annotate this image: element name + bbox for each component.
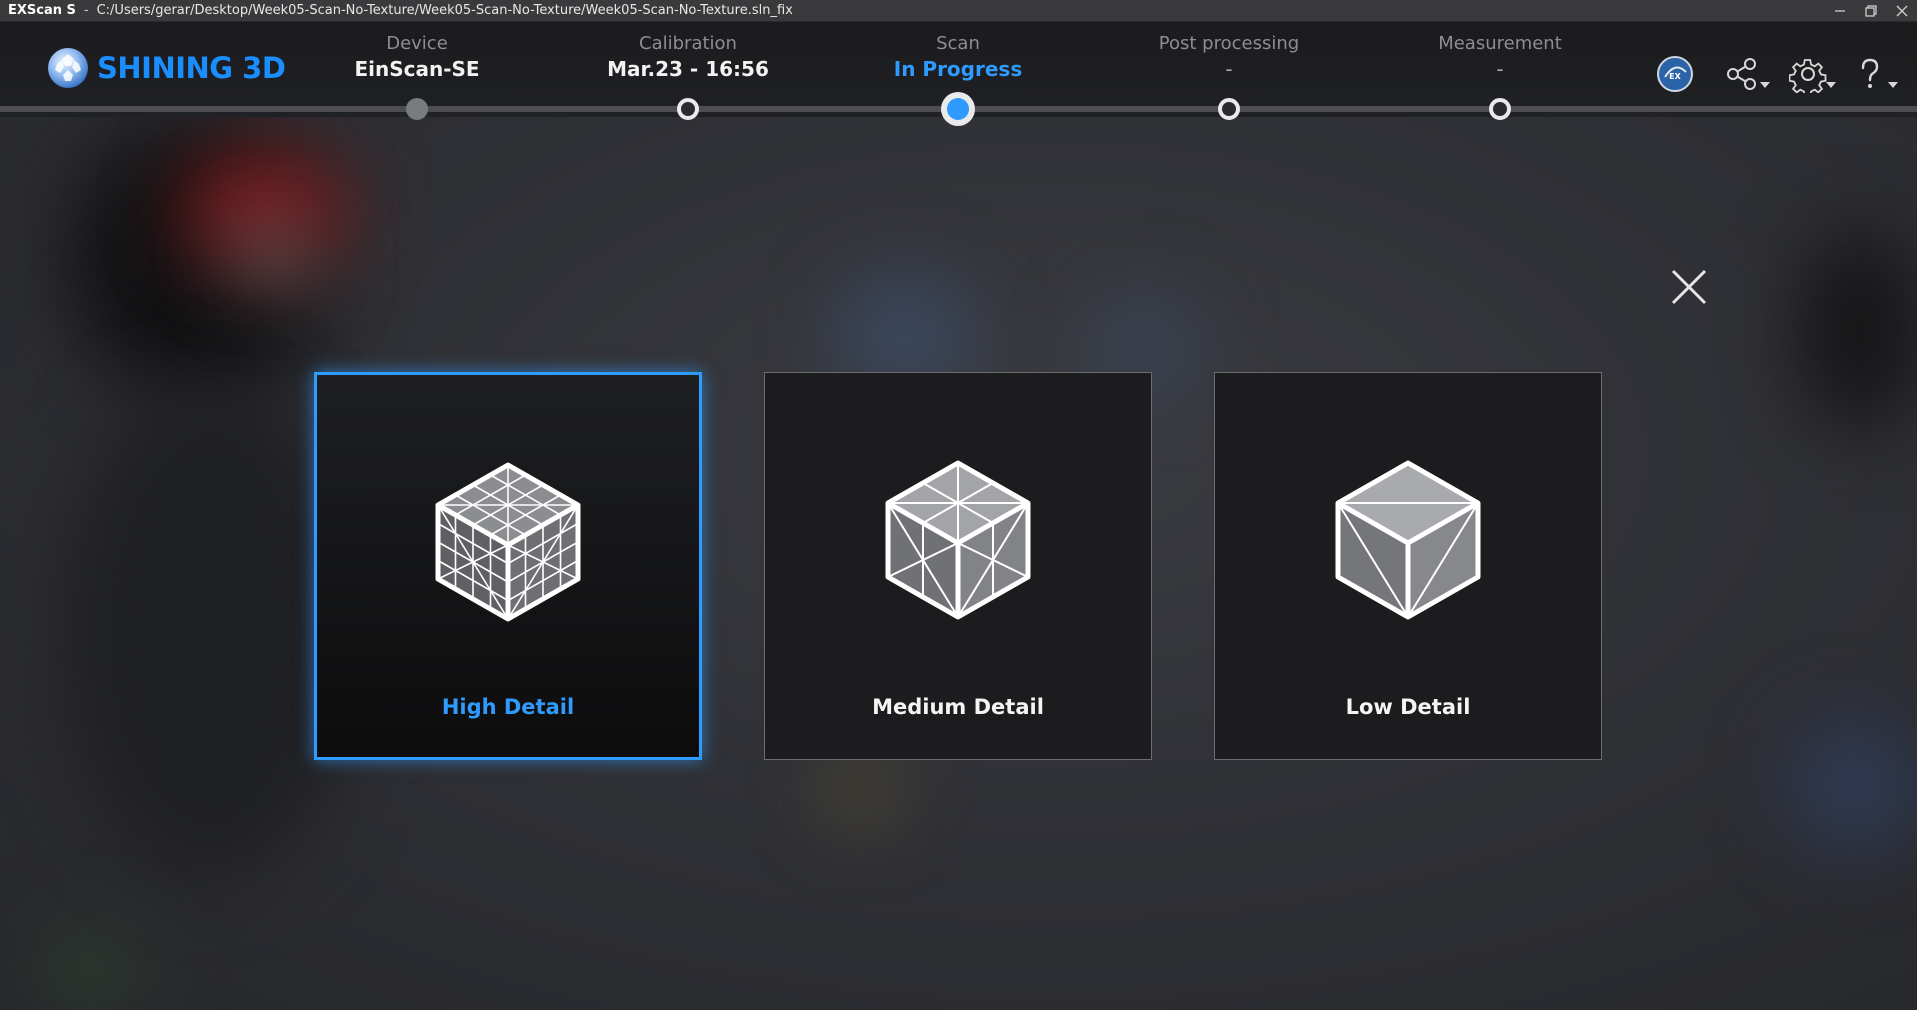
app-name: EXScan S xyxy=(8,3,76,18)
window-title-bar: EXScan S - C:/Users/gerar/Desktop/Week05… xyxy=(0,0,1917,22)
step-node-calibration[interactable] xyxy=(677,98,699,120)
step-calibration[interactable]: Calibration Mar.23 - 16:56 xyxy=(553,32,823,82)
step-node-scan[interactable] xyxy=(941,92,975,126)
step-node-device[interactable] xyxy=(406,98,428,120)
option-label: High Detail xyxy=(441,695,575,719)
shining3d-logo: SHINING 3D xyxy=(47,47,286,89)
settings-icon[interactable] xyxy=(1776,48,1840,100)
logo-text: SHINING 3D xyxy=(97,51,286,85)
chevron-down-icon xyxy=(1826,82,1836,88)
step-label: Calibration xyxy=(639,33,737,54)
chevron-down-icon xyxy=(1888,82,1898,88)
medium-detail-option[interactable]: Medium Detail xyxy=(764,372,1152,760)
file-path: C:/Users/gerar/Desktop/Week05-Scan-No-Te… xyxy=(96,3,793,18)
close-x-icon[interactable] xyxy=(1669,267,1709,307)
minimize-icon[interactable] xyxy=(1824,0,1855,22)
step-device[interactable]: Device EinScan-SE xyxy=(282,32,552,82)
step-value: - xyxy=(1225,57,1233,81)
help-icon[interactable] xyxy=(1838,48,1902,100)
step-value: - xyxy=(1496,57,1504,81)
high-detail-option[interactable]: High Detail xyxy=(314,372,702,760)
svg-text:EX: EX xyxy=(1669,72,1681,81)
step-label: Scan xyxy=(936,33,980,54)
title-separator: - xyxy=(83,3,89,18)
share-icon[interactable] xyxy=(1710,48,1774,100)
low-density-cube-icon xyxy=(1335,460,1481,620)
medium-density-cube-icon xyxy=(885,460,1031,620)
step-value: EinScan-SE xyxy=(354,57,480,81)
step-value: Mar.23 - 16:56 xyxy=(607,57,769,81)
step-measurement[interactable]: Measurement - xyxy=(1365,32,1635,82)
logo-sphere-icon xyxy=(48,48,88,88)
restore-icon[interactable] xyxy=(1855,0,1886,22)
exmodel-icon[interactable]: EX xyxy=(1643,48,1707,100)
step-value: In Progress xyxy=(893,57,1023,81)
close-icon[interactable] xyxy=(1886,0,1917,22)
step-label: Post processing xyxy=(1158,33,1300,54)
high-density-cube-icon xyxy=(435,462,581,622)
step-label: Device xyxy=(386,33,448,54)
workflow-header: SHINING 3D Device EinScan-SE Calibration… xyxy=(0,22,1917,126)
step-node-post-processing[interactable] xyxy=(1218,98,1240,120)
step-post-processing[interactable]: Post processing - xyxy=(1094,32,1364,82)
option-label: Low Detail xyxy=(1345,695,1471,719)
step-node-measurement[interactable] xyxy=(1489,98,1511,120)
chevron-down-icon xyxy=(1760,82,1770,88)
step-scan[interactable]: Scan In Progress xyxy=(823,32,1093,82)
step-label: Measurement xyxy=(1438,33,1562,54)
option-label: Medium Detail xyxy=(872,695,1044,719)
low-detail-option[interactable]: Low Detail xyxy=(1214,372,1602,760)
